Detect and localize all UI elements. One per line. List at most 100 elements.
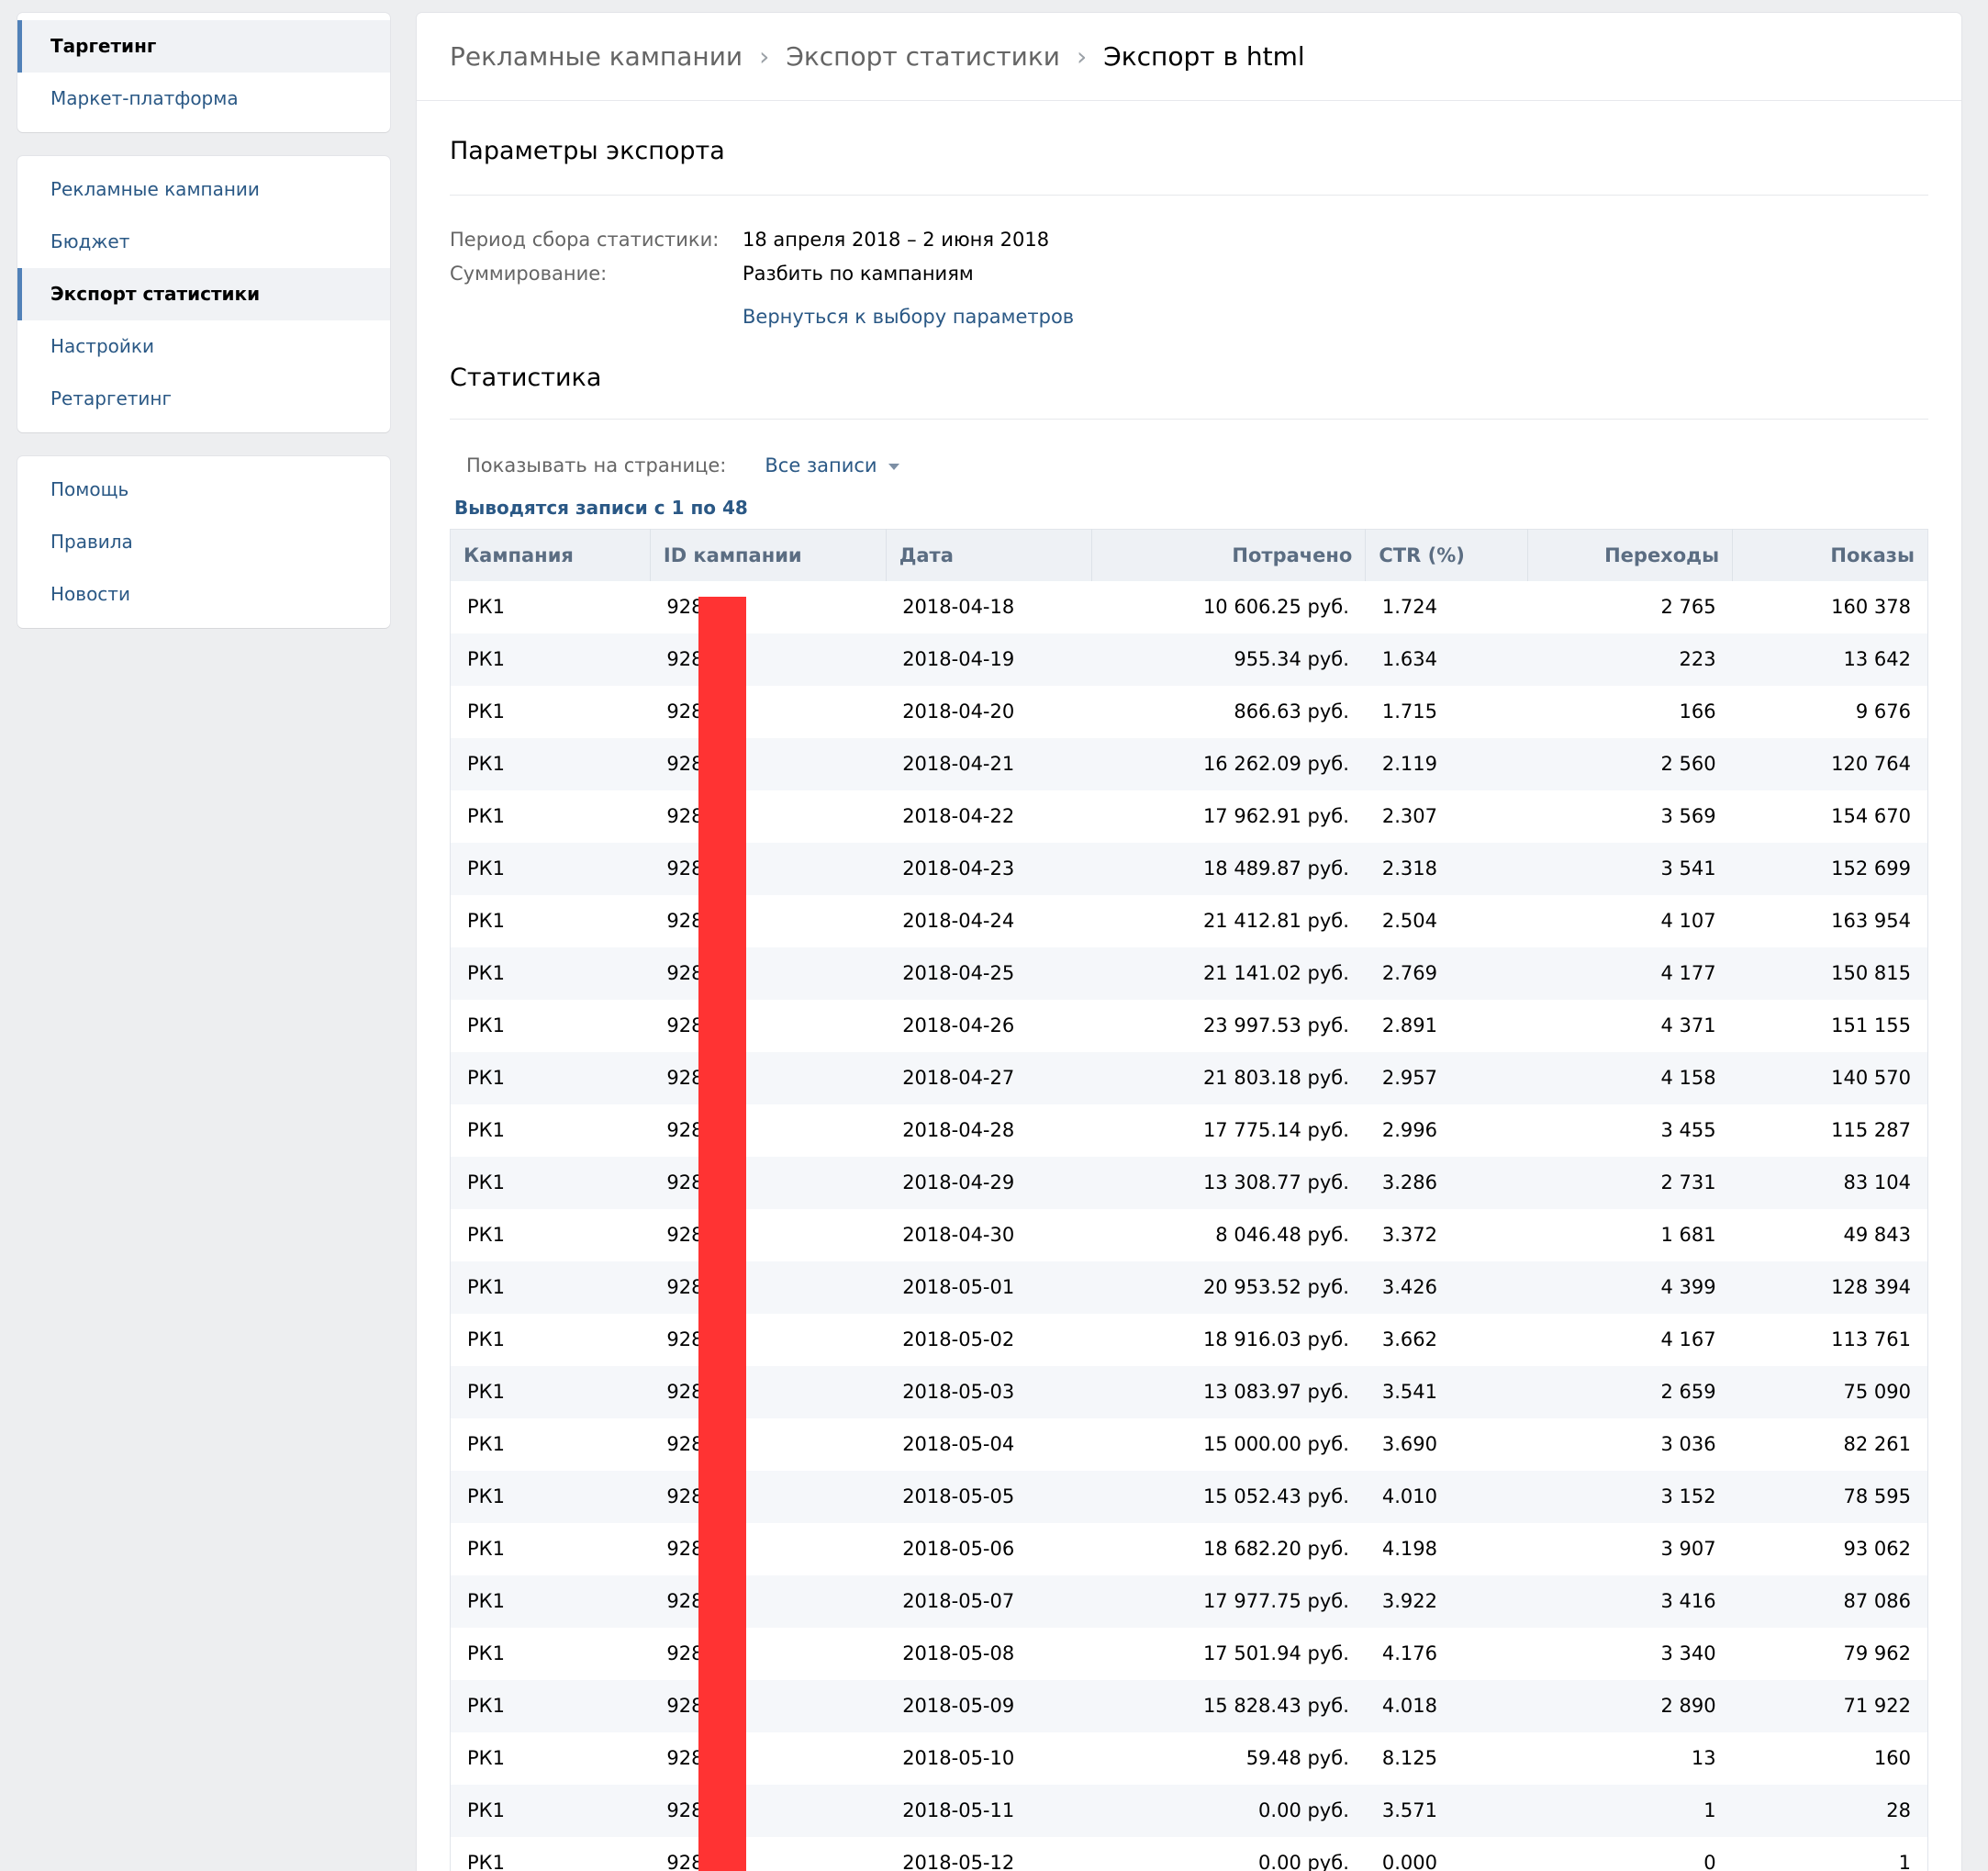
col-header-spent[interactable]: Потрачено — [1091, 529, 1367, 581]
cell-impressions: 151 155 — [1831, 1014, 1911, 1036]
cell-campaign-id: 928 — [650, 947, 887, 1000]
cell-campaign-id: 928 — [666, 1851, 704, 1871]
table-row: РК1 928 2018-05-12 0.00 руб. 0.000 0 1 — [451, 1837, 1928, 1871]
cell-spent: 59.48 руб. — [1245, 1747, 1349, 1769]
sidebar-item-group3-0[interactable]: Помощь — [17, 464, 390, 516]
per-page-value: Все записи — [765, 454, 877, 476]
cell-ctr: 4.010 — [1365, 1470, 1528, 1523]
page: Таргетинг Маркет-платформа Рекламные камп… — [0, 0, 1988, 1871]
sidebar-item-group3-2[interactable]: Новости — [17, 568, 390, 621]
cell-spent: 0.00 руб. — [1091, 1784, 1366, 1837]
cell-campaign-id: 928 — [650, 581, 886, 1871]
cell-campaign-id: 928 — [650, 1574, 887, 1628]
breadcrumb-item-campaigns[interactable]: Рекламные кампании — [450, 41, 743, 72]
breadcrumb-item-export[interactable]: Экспорт статистики — [786, 41, 1060, 72]
cell-clicks: 2 890 — [1527, 1679, 1733, 1732]
cell-campaign-id: 928 — [650, 1156, 887, 1209]
cell-ctr: 8.125 — [1381, 1747, 1437, 1769]
table-row: РК1 928 2018-04-30 8 046.48 руб. 3.372 1 681 4… — [451, 1209, 1928, 1261]
table-row: РК1 928 2018-05-08 17 501.94 руб. 4.176 3 340… — [451, 1628, 1928, 1680]
per-page-dropdown[interactable]: Все записи — [765, 454, 899, 476]
cell-campaign: РК1 — [467, 1642, 505, 1664]
cell-impressions: 71 922 — [1732, 1679, 1928, 1732]
cell-campaign-id: 928 — [650, 737, 887, 790]
table-row: РК1 928 2018-04-24 21 412.81 руб. 2.504 4 107… — [451, 895, 1928, 947]
cell-date: 2018-04-28 — [902, 1119, 1015, 1141]
table-row: РК1 928 2018-04-29 13 308.77 руб. 3.286 2 731… — [450, 1156, 1928, 1209]
col-header-campaign[interactable]: Кампания — [450, 529, 651, 581]
cell-clicks: 223 — [1527, 633, 1733, 686]
cell-clicks: 4 399 — [1527, 1260, 1733, 1314]
table-row: РК1 928 2018-04-21 16 262.09 руб. 2.119 2 560… — [450, 737, 1928, 790]
cell-impressions: 75 090 — [1732, 1365, 1928, 1418]
cell-campaign-id: 928 — [666, 1119, 704, 1141]
table-row: РК1 928 2018-05-09 15 828.43 руб. 4.018 2 890… — [450, 1679, 1928, 1732]
sidebar-item-group3-1[interactable]: Правила — [17, 516, 390, 568]
cell-impressions: 128 394 — [1732, 1260, 1928, 1314]
cell-clicks: 3 340 — [1660, 1642, 1716, 1664]
table-row: РК1 928 2018-05-05 15 052.43 руб. 4.010 3 152… — [450, 1470, 1928, 1523]
params-list: Период сбора статистики: 18 апреля 2018 … — [450, 196, 1928, 328]
sidebar-item-group1-1[interactable]: Маркет-платформа — [17, 73, 390, 125]
cell-impressions: 115 287 — [1831, 1119, 1911, 1141]
cell-ctr: 3.662 — [1381, 1328, 1437, 1350]
cell-clicks: 2 560 — [1527, 737, 1733, 790]
sidebar-item-group2-1[interactable]: Бюджет — [17, 216, 390, 268]
cell-clicks: 2 765 — [1660, 596, 1716, 618]
cell-spent: 10 606.25 руб. — [1202, 596, 1349, 618]
cell-spent: 23 997.53 руб. — [1202, 1014, 1349, 1036]
col-header-campaign-id[interactable]: ID кампании — [650, 529, 887, 581]
cell-clicks: 3 541 — [1527, 842, 1733, 895]
cell-date: 2018-04-27 — [886, 1051, 1092, 1104]
cell-ctr: 4.018 — [1365, 1679, 1528, 1732]
cell-campaign: РК1 — [467, 1014, 505, 1036]
cell-spent: 16 262.09 руб. — [1091, 737, 1366, 790]
sidebar-item-group2-0[interactable]: Рекламные кампании — [17, 163, 390, 216]
cell-impressions: 160 378 — [1831, 596, 1911, 618]
cell-ctr: 3.286 — [1365, 1156, 1528, 1209]
cell-impressions: 28 — [1732, 1784, 1928, 1837]
cell-spent: 18 916.03 руб. — [1202, 1328, 1349, 1350]
records-info: Выводятся записи с 1 по 48 — [454, 497, 748, 519]
table-row: РК1 928 2018-04-25 21 141.02 руб. 2.769 4 177… — [450, 947, 1928, 1000]
cell-impressions: 82 261 — [1843, 1433, 1911, 1455]
caret-down-icon — [888, 464, 899, 470]
sidebar-item-group2-3[interactable]: Настройки — [17, 320, 390, 373]
cell-ctr: 2.504 — [1381, 910, 1437, 932]
col-header-date[interactable]: Дата — [886, 529, 1092, 581]
sidebar-item-group1-0[interactable]: Таргетинг — [17, 20, 390, 73]
table-row: РК1 928 2018-05-11 0.00 руб. 3.571 1 28 — [450, 1784, 1928, 1837]
cell-spent: 866.63 руб. — [1234, 700, 1349, 723]
cell-clicks: 3 455 — [1660, 1119, 1716, 1141]
cell-campaign: РК1 — [467, 596, 505, 618]
cell-clicks: 0 — [1703, 1851, 1716, 1871]
cell-ctr: 1.715 — [1381, 700, 1437, 723]
cell-impressions: 154 670 — [1831, 805, 1911, 827]
cell-campaign: РК1 — [450, 737, 651, 790]
col-header-impressions[interactable]: Показы — [1732, 529, 1928, 581]
sidebar-item-group2-4[interactable]: Ретаргетинг — [17, 373, 390, 425]
col-header-clicks[interactable]: Переходы — [1527, 529, 1734, 581]
cell-clicks: 3 152 — [1527, 1470, 1733, 1523]
cell-clicks: 1 — [1527, 1784, 1733, 1837]
param-value-summation: Разбить по кампаниям — [743, 263, 974, 285]
cell-clicks: 1 681 — [1660, 1224, 1716, 1246]
cell-spent: 15 828.43 руб. — [1091, 1679, 1366, 1732]
cell-ctr: 3.922 — [1365, 1574, 1528, 1628]
cell-campaign: РК1 — [450, 1470, 651, 1523]
cell-campaign: РК1 — [467, 1851, 505, 1871]
table-row: РК1 928 2018-04-26 23 997.53 руб. 2.891 4 371… — [451, 1000, 1928, 1052]
cell-date: 2018-05-11 — [886, 1784, 1092, 1837]
stats-table: Кампания ID кампании Дата Потрачено CTR … — [450, 529, 1928, 1871]
cell-campaign: РК1 — [467, 700, 505, 723]
cell-ctr: 2.891 — [1381, 1014, 1437, 1036]
cell-campaign-id: 928 — [650, 1260, 887, 1314]
sidebar-item-group2-2[interactable]: Экспорт статистики — [17, 268, 390, 320]
param-label-period: Период сбора статистики: — [450, 229, 720, 251]
back-to-params-link[interactable]: Вернуться к выбору параметров — [743, 306, 1928, 328]
cell-date: 2018-04-23 — [886, 842, 1092, 895]
cell-clicks: 4 371 — [1660, 1014, 1716, 1036]
col-header-ctr[interactable]: CTR (%) — [1365, 529, 1529, 581]
cell-ctr: 2.957 — [1365, 1051, 1528, 1104]
table-row: РК1 928 2018-05-02 18 916.03 руб. 3.662 4 167… — [451, 1314, 1928, 1366]
